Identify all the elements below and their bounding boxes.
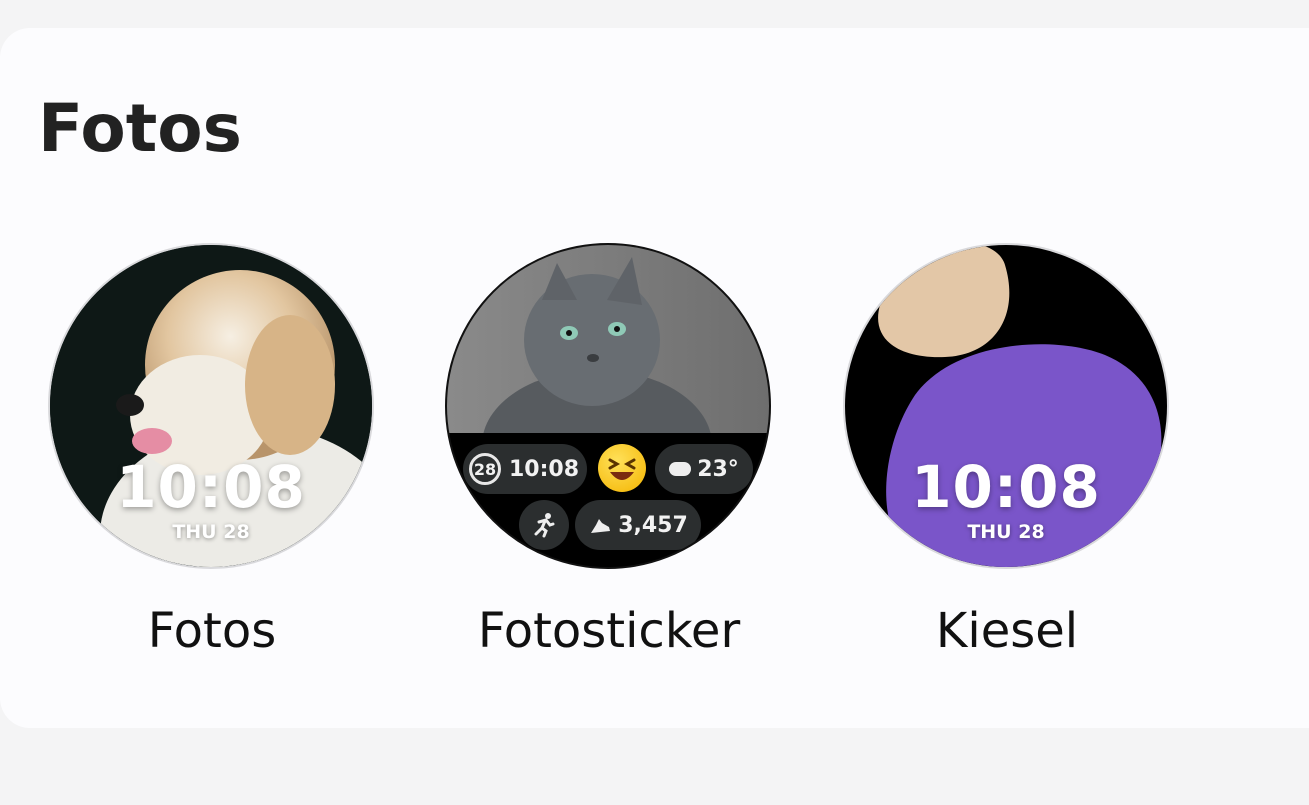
workout-complication[interactable] (519, 500, 569, 550)
complication-time: 10:08 (509, 456, 580, 482)
running-icon (534, 513, 555, 538)
shoe-icon (591, 519, 611, 533)
clock-date: THU 28 (172, 521, 250, 543)
clock-time: 10:08 (911, 453, 1101, 521)
watch-face-preview: 10:08 THU 28 (48, 243, 374, 569)
steps-count: 3,457 (618, 512, 688, 538)
cloud-sun-icon (669, 462, 692, 476)
watch-face-label: Fotos (147, 603, 277, 659)
steps-complication[interactable]: 3,457 (575, 500, 701, 550)
clock-time: 10:08 (116, 453, 306, 521)
section-title: Fotos (38, 90, 242, 167)
clock-date: THU 28 (967, 521, 1045, 543)
cat-photo (447, 245, 769, 435)
watch-face-fotos[interactable]: 10:08 THU 28 Fotos (48, 243, 376, 659)
weather-temp: 23° (697, 456, 739, 482)
watch-face-preview: 28 10:08 23° 3,457 (445, 243, 771, 569)
weather-complication[interactable]: 23° (655, 444, 753, 494)
watch-face-kiesel[interactable]: 10:08 THU 28 Kiesel (843, 243, 1171, 659)
watch-face-label: Kiesel (935, 603, 1079, 659)
date-time-complication[interactable]: 28 10:08 (463, 444, 587, 494)
watch-face-preview: 10:08 THU 28 (843, 243, 1169, 569)
watch-face-label: Fotosticker (477, 603, 741, 659)
laughing-emoji-icon[interactable] (598, 444, 646, 492)
date-ring: 28 (469, 453, 501, 485)
watch-face-fotosticker[interactable]: 28 10:08 23° 3,457 Fotosticker (445, 243, 773, 659)
